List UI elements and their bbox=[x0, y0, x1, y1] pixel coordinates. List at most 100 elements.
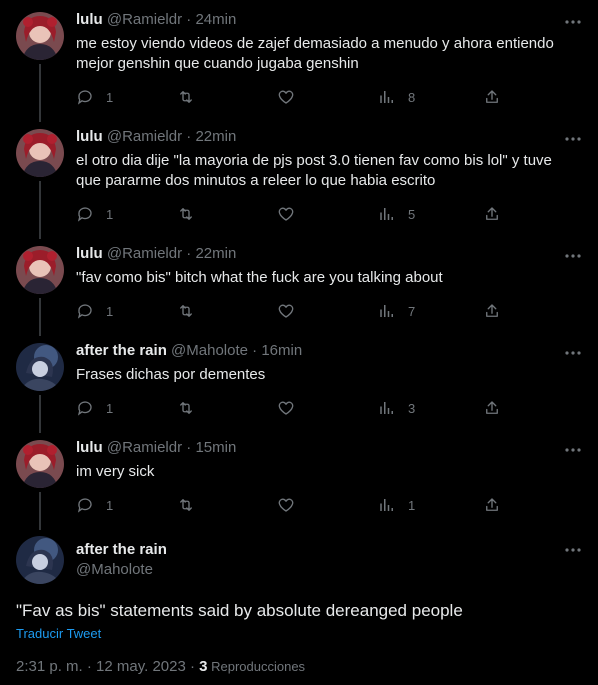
author-handle[interactable]: @Ramieldr bbox=[107, 11, 182, 28]
reply-count: 1 bbox=[106, 206, 114, 222]
share-icon bbox=[486, 304, 498, 317]
views-button[interactable]: 5 bbox=[378, 203, 415, 225]
avatar-lulu[interactable] bbox=[16, 129, 64, 177]
reply-button[interactable]: 1 bbox=[76, 86, 113, 108]
retweet-button[interactable] bbox=[176, 203, 208, 225]
tweet[interactable]: lulu @Ramieldr · 15min im very sick 1 1 bbox=[0, 438, 598, 528]
views-icon bbox=[380, 91, 393, 103]
reply-button[interactable]: 1 bbox=[76, 494, 113, 516]
like-button[interactable] bbox=[277, 86, 307, 108]
views-button[interactable]: 7 bbox=[378, 300, 415, 322]
share-icon bbox=[486, 401, 498, 414]
tweet-header: lulu @Ramieldr · 22min bbox=[76, 244, 236, 264]
author-handle[interactable]: @Maholote bbox=[76, 560, 153, 580]
author-handle[interactable]: @Maholote bbox=[171, 342, 248, 359]
author-name[interactable]: after the rain bbox=[76, 540, 167, 560]
tweet-actions: 1 1 bbox=[76, 494, 516, 516]
like-button[interactable] bbox=[277, 300, 307, 322]
tweet-text: im very sick bbox=[76, 463, 155, 480]
tweet-text: Frases dichas por dementes bbox=[76, 366, 266, 383]
reply-icon bbox=[77, 90, 92, 105]
timestamp[interactable]: 15min bbox=[195, 439, 236, 456]
avatar-after-the-rain[interactable] bbox=[16, 343, 64, 391]
views-button[interactable]: 3 bbox=[378, 397, 415, 419]
share-button[interactable] bbox=[483, 203, 501, 225]
avatar-lulu[interactable] bbox=[16, 440, 64, 488]
author-handle[interactable]: @Ramieldr bbox=[107, 439, 182, 456]
author-name[interactable]: after the rain bbox=[76, 342, 167, 359]
retweet-button[interactable] bbox=[176, 86, 208, 108]
reply-button[interactable]: 1 bbox=[76, 300, 113, 322]
like-icon bbox=[278, 304, 294, 318]
timestamp[interactable]: 22min bbox=[195, 245, 236, 262]
tweet-actions: 1 8 bbox=[76, 86, 516, 108]
author-name[interactable]: lulu bbox=[76, 11, 103, 28]
tweet-actions: 1 7 bbox=[76, 300, 516, 322]
views-button[interactable]: 8 bbox=[378, 86, 415, 108]
like-button[interactable] bbox=[277, 494, 307, 516]
tweet[interactable]: lulu @Ramieldr · 24min me estoy viendo v… bbox=[0, 10, 598, 120]
separator: · bbox=[182, 128, 196, 145]
more-icon[interactable] bbox=[563, 246, 583, 266]
reply-count: 1 bbox=[106, 89, 114, 105]
separator: · bbox=[182, 11, 196, 28]
views-count: 3 bbox=[408, 400, 416, 416]
tweet[interactable]: after the rain @Maholote · 16min Frases … bbox=[0, 341, 598, 431]
separator: · bbox=[182, 439, 196, 456]
like-icon bbox=[278, 498, 294, 512]
more-icon[interactable] bbox=[563, 440, 583, 460]
reply-button[interactable]: 1 bbox=[76, 397, 113, 419]
author-name[interactable]: lulu bbox=[76, 128, 103, 145]
share-icon bbox=[486, 207, 498, 220]
reply-button[interactable]: 1 bbox=[76, 203, 113, 225]
tweet-text: me estoy viendo videos de zajef demasiad… bbox=[76, 35, 554, 72]
timestamp[interactable]: 22min bbox=[195, 128, 236, 145]
tweet-header: lulu @Ramieldr · 24min bbox=[76, 10, 236, 30]
share-button[interactable] bbox=[483, 494, 501, 516]
more-icon[interactable] bbox=[563, 343, 583, 363]
author-name[interactable]: lulu bbox=[76, 439, 103, 456]
reply-icon bbox=[77, 207, 92, 222]
tweet[interactable]: lulu @Ramieldr · 22min el otro dia dije … bbox=[0, 127, 598, 237]
retweet-icon bbox=[180, 208, 192, 220]
timestamp[interactable]: 24min bbox=[195, 11, 236, 28]
like-button[interactable] bbox=[277, 397, 307, 419]
more-icon[interactable] bbox=[563, 540, 583, 560]
separator: · bbox=[247, 342, 262, 359]
views-icon bbox=[380, 499, 393, 511]
translate-tweet-link[interactable]: Traducir Tweet bbox=[16, 626, 101, 641]
like-button[interactable] bbox=[277, 203, 307, 225]
retweet-button[interactable] bbox=[176, 494, 208, 516]
views-icon bbox=[380, 305, 393, 317]
share-button[interactable] bbox=[483, 397, 501, 419]
share-button[interactable] bbox=[483, 300, 501, 322]
reply-count: 1 bbox=[106, 497, 114, 513]
author-handle[interactable]: @Ramieldr bbox=[107, 128, 182, 145]
tweet-meta: 2:31 p. m. · 12 may. 2023 · 3 Reproducci… bbox=[16, 658, 305, 675]
author-handle[interactable]: @Ramieldr bbox=[107, 245, 182, 262]
views-button[interactable]: 1 bbox=[378, 494, 415, 516]
more-icon[interactable] bbox=[563, 12, 583, 32]
reply-icon bbox=[77, 304, 92, 319]
views-icon bbox=[380, 402, 393, 414]
retweet-icon bbox=[180, 402, 192, 414]
main-tweet-text: "Fav as bis" statements said by absolute… bbox=[16, 601, 463, 620]
timestamp[interactable]: 16min bbox=[261, 342, 302, 359]
views-count: 8 bbox=[408, 89, 416, 105]
tweet-actions: 1 5 bbox=[76, 203, 516, 225]
tweet[interactable]: lulu @Ramieldr · 22min "fav como bis" bi… bbox=[0, 244, 598, 334]
tweet-datetime[interactable]: 2:31 p. m. · 12 may. 2023 · bbox=[16, 658, 199, 675]
more-icon[interactable] bbox=[563, 129, 583, 149]
avatar-lulu[interactable] bbox=[16, 12, 64, 60]
retweet-button[interactable] bbox=[176, 300, 208, 322]
retweet-button[interactable] bbox=[176, 397, 208, 419]
retweet-icon bbox=[180, 499, 192, 511]
avatar-after-the-rain[interactable] bbox=[16, 536, 64, 584]
retweet-icon bbox=[180, 305, 192, 317]
author-name[interactable]: lulu bbox=[76, 245, 103, 262]
avatar-lulu[interactable] bbox=[16, 246, 64, 294]
views-label: Reproducciones bbox=[207, 659, 306, 674]
tweet-header: lulu @Ramieldr · 15min bbox=[76, 438, 236, 458]
share-button[interactable] bbox=[483, 86, 501, 108]
reply-count: 1 bbox=[106, 303, 114, 319]
